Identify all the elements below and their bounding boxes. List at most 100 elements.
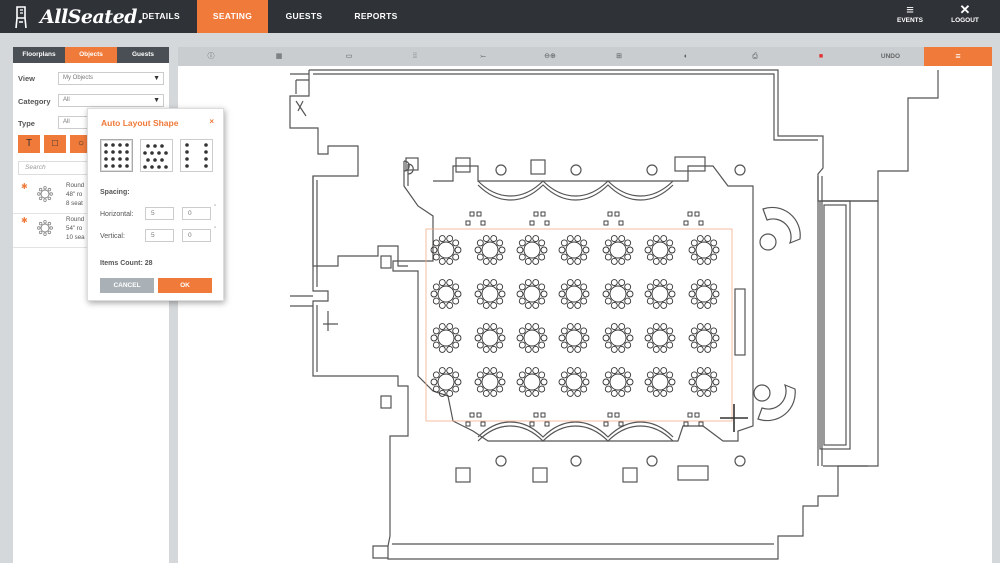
- round-table: [558, 367, 590, 397]
- round-table: [602, 279, 634, 309]
- round-table: [644, 279, 676, 309]
- top-bar: AllSeated. DETAILS SEATING GUESTS REPORT…: [0, 0, 1000, 33]
- round-table: [430, 279, 462, 309]
- view-select[interactable]: My Objects ▼: [58, 72, 164, 85]
- star-icon[interactable]: ✱: [21, 216, 28, 225]
- chair: [683, 220, 689, 226]
- toggle-view-icon[interactable]: ◐: [675, 47, 697, 66]
- dense-grid-icon: [104, 143, 129, 168]
- chair: [614, 412, 620, 418]
- round-table: [474, 323, 506, 353]
- horizontal-input-secondary[interactable]: 0: [182, 207, 211, 220]
- rectangle-table-icon[interactable]: ▭: [338, 47, 360, 66]
- chair: [480, 421, 486, 427]
- dialog-title: Auto Layout Shape: [101, 118, 179, 128]
- menu-button[interactable]: ≡: [924, 47, 992, 66]
- spacing-label: Spacing:: [100, 189, 130, 196]
- category-label: Category: [18, 97, 51, 106]
- zoom-icon[interactable]: ⊖⊕: [539, 47, 561, 66]
- chair: [694, 412, 700, 418]
- unit-mark: ": [214, 205, 217, 211]
- chair: [540, 211, 546, 217]
- horizontal-input[interactable]: 5: [145, 207, 174, 220]
- cancel-button[interactable]: CANCEL: [100, 278, 154, 293]
- chair: [480, 220, 486, 226]
- events-button[interactable]: ≡ EVENTS: [890, 2, 930, 25]
- chair: [465, 220, 471, 226]
- chair: [614, 211, 620, 217]
- round-table: [558, 279, 590, 309]
- star-icon[interactable]: ✱: [21, 182, 28, 191]
- info-icon[interactable]: ⓘ: [200, 47, 222, 66]
- type-label: Type: [18, 119, 35, 128]
- hamburger-icon: ≡: [906, 2, 914, 17]
- chair: [687, 412, 693, 418]
- category-select[interactable]: All ▼: [58, 94, 164, 107]
- undo-button[interactable]: UNDO: [868, 47, 913, 66]
- logout-button[interactable]: ✕ LOGOUT: [945, 3, 985, 25]
- measure-icon[interactable]: ⤚: [472, 47, 494, 66]
- nav-details[interactable]: DETAILS: [130, 0, 192, 33]
- view-select-value: My Objects: [63, 75, 94, 81]
- chair: [698, 220, 704, 226]
- ok-button[interactable]: OK: [158, 278, 212, 293]
- chair: [529, 421, 535, 427]
- hamburger-icon: ≡: [955, 51, 961, 61]
- logo[interactable]: AllSeated.: [14, 4, 144, 30]
- view-label: View: [18, 74, 35, 83]
- layout-grid-icon[interactable]: ▦: [268, 47, 290, 66]
- pdf-icon[interactable]: ■: [810, 47, 832, 66]
- caret-down-icon: ▼: [153, 75, 160, 82]
- chair: [603, 421, 609, 427]
- print-icon[interactable]: ⎙: [744, 47, 766, 66]
- close-icon[interactable]: ×: [209, 117, 214, 126]
- object-seats: 8 seat: [66, 200, 83, 207]
- chair: [540, 412, 546, 418]
- round-table-icon: [37, 186, 53, 202]
- tab-objects[interactable]: Objects: [65, 47, 117, 63]
- tab-guests[interactable]: Guests: [117, 47, 169, 63]
- nav-guests[interactable]: GUESTS: [276, 0, 332, 33]
- object-size: 48" ro: [66, 191, 83, 198]
- chair: [529, 220, 535, 226]
- text-shape-button[interactable]: T: [18, 135, 40, 153]
- dots-grid-icon[interactable]: ⁞⁞: [404, 47, 426, 66]
- grid-pattern-option[interactable]: [100, 139, 133, 172]
- chair: [607, 211, 613, 217]
- chair: [469, 412, 475, 418]
- vertical-input[interactable]: 5: [145, 229, 174, 242]
- perimeter-grid-icon: [185, 143, 208, 168]
- chair: [533, 211, 539, 217]
- square-shape-button[interactable]: □: [44, 135, 66, 153]
- round-table-icon: [37, 220, 53, 236]
- chair: [476, 412, 482, 418]
- floorplan-canvas[interactable]: [178, 66, 992, 563]
- seating-chart-icon[interactable]: ⊞: [608, 47, 630, 66]
- tab-floorplans[interactable]: Floorplans: [13, 47, 65, 63]
- round-table: [474, 279, 506, 309]
- perimeter-pattern-option[interactable]: [180, 139, 213, 172]
- round-table: [558, 235, 590, 265]
- staggered-grid-icon: [143, 144, 168, 169]
- vertical-label: Vertical:: [100, 233, 125, 240]
- staggered-pattern-option[interactable]: [140, 139, 173, 172]
- chair: [694, 211, 700, 217]
- round-table: [644, 235, 676, 265]
- panel-tabs: Floorplans Objects Guests: [13, 47, 169, 63]
- nav-reports[interactable]: REPORTS: [346, 0, 406, 33]
- brand-name: AllSeated.: [40, 6, 144, 28]
- round-table: [688, 279, 720, 309]
- auto-layout-dialog: Auto Layout Shape × Spacing: Horizontal:…: [87, 108, 224, 301]
- chair: [476, 211, 482, 217]
- nav-seating[interactable]: SEATING: [197, 0, 268, 33]
- vertical-input-secondary[interactable]: 0: [182, 229, 211, 242]
- unit-mark: ": [214, 227, 217, 233]
- chair: [465, 421, 471, 427]
- object-seats: 10 sea: [66, 234, 85, 241]
- round-table: [688, 367, 720, 397]
- round-table: [688, 235, 720, 265]
- round-table: [516, 367, 548, 397]
- object-size: 54" ro: [66, 225, 83, 232]
- object-name: Round: [66, 182, 85, 189]
- round-table: [516, 235, 548, 265]
